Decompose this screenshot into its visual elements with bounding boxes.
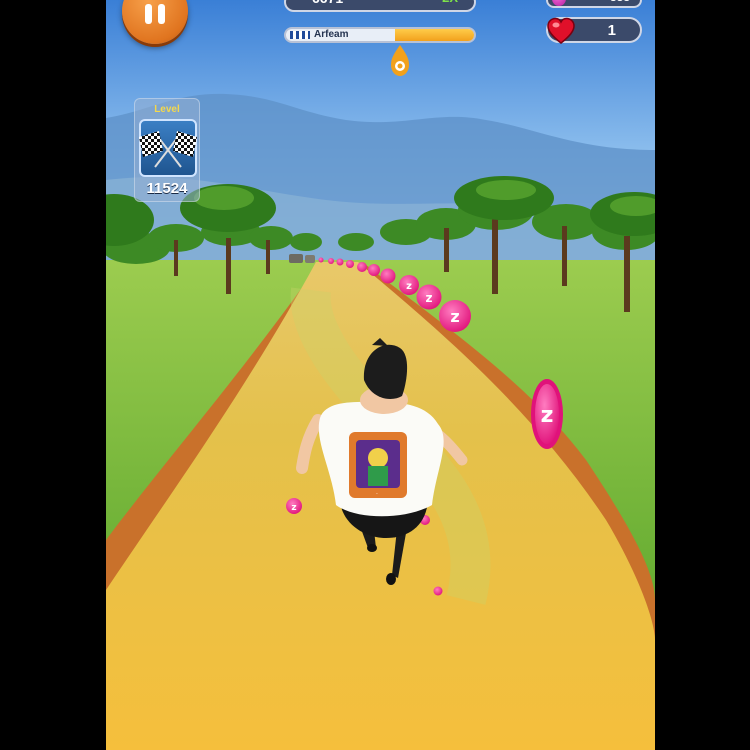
lives-counter: 1 (546, 17, 642, 44)
score-panel: 6671 2X (284, 0, 476, 12)
game-viewport[interactable]: z z z z z · Arfeam 1 Level 11524 (106, 0, 655, 750)
progress-marker-icon (391, 45, 409, 76)
svg-text:z: z (291, 503, 296, 513)
svg-text:z: z (406, 281, 412, 292)
score-value: 6671 (312, 0, 343, 6)
gem-value: 555 (610, 0, 630, 4)
pause-icon (145, 4, 165, 24)
svg-text:z: z (426, 291, 433, 305)
heart-icon (547, 17, 575, 44)
svg-text:z: z (541, 403, 554, 428)
svg-text:z: z (450, 307, 459, 326)
level-label: Level (154, 104, 180, 115)
checkered-flags-icon (139, 119, 197, 177)
svg-text:·: · (376, 491, 378, 498)
progress-player-name: Arfeam (314, 29, 349, 40)
lives-value: 1 (607, 22, 616, 39)
progress-fill (395, 29, 474, 41)
score-multiplier: 2X (442, 0, 458, 5)
gem-icon (552, 0, 566, 6)
gem-counter: 555 (546, 0, 642, 8)
level-progress-bar: Arfeam (284, 27, 476, 43)
checkered-flag-icon (290, 31, 310, 39)
level-card: Level 11524 (134, 98, 200, 202)
level-number: 11524 (146, 180, 188, 197)
